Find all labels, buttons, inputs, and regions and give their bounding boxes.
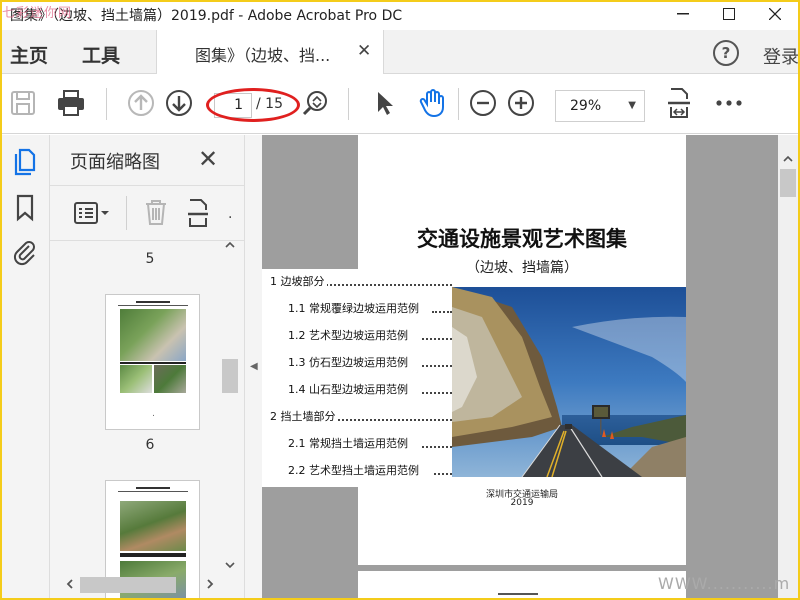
close-window-button[interactable] <box>752 2 798 26</box>
zoom-level-select[interactable]: 29% ▼ <box>555 90 645 122</box>
zoom-in-icon[interactable] <box>506 88 536 118</box>
document-canvas[interactable]: 交通设施景观艺术图集 （边坡、挡墙篇） 深圳市交通运输局 2019 1 边坡部分… <box>262 135 778 598</box>
panel-toolbar: . <box>50 185 244 241</box>
toc-item[interactable]: 2.2 艺术型挡土墙运用范例 <box>262 462 452 480</box>
document-year: 2019 <box>510 498 534 508</box>
toc-item[interactable]: 1.2 艺术型边坡运用范例 <box>262 327 452 345</box>
document-tab-label: 图集》（边坡、挡... <box>195 46 331 65</box>
thumbnail-options-icon[interactable] <box>74 200 114 230</box>
document-tab[interactable]: 图集》（边坡、挡... ✕ <box>156 30 384 75</box>
collapse-panel-icon[interactable]: ◀ <box>250 361 258 372</box>
zoom-out-icon[interactable] <box>468 88 498 118</box>
save-icon[interactable] <box>8 88 38 118</box>
watermark-url: WWW...........m <box>658 574 791 593</box>
print-icon[interactable] <box>56 88 86 118</box>
chevron-down-icon: ▼ <box>628 100 636 111</box>
navigation-rail <box>2 135 50 598</box>
panel-title: 页面缩略图 <box>70 152 160 173</box>
zoom-search-icon[interactable] <box>300 88 330 118</box>
close-panel-icon[interactable]: ✕ <box>198 145 218 173</box>
toc-item[interactable]: 1.1 常规覆绿边坡运用范例 <box>262 300 452 318</box>
hand-tool-icon[interactable] <box>418 88 448 118</box>
home-menu[interactable]: 主页 <box>10 41 48 68</box>
select-cursor-icon[interactable] <box>370 88 400 118</box>
tools-menu[interactable]: 工具 <box>82 41 120 68</box>
toc-item[interactable]: 1.4 山石型边坡运用范例 <box>262 381 452 399</box>
extract-page-icon[interactable] <box>186 198 212 232</box>
thumbnails-horizontal-scrollbar[interactable] <box>58 571 228 597</box>
watermark-logo: 七彩迷你网 <box>2 6 73 21</box>
help-icon[interactable]: ? <box>713 40 739 66</box>
toolbar: 1 / 15 29% ▼ <box>2 74 798 134</box>
fit-page-icon[interactable] <box>664 88 694 118</box>
thumbnails-vertical-scrollbar[interactable] <box>220 241 240 571</box>
attachment-icon[interactable] <box>10 237 40 267</box>
document-vertical-scrollbar[interactable] <box>778 135 798 598</box>
minimize-icon <box>677 13 689 15</box>
title-bar: 图集》（边坡、挡土墙篇）2019.pdf - Adobe Acrobat Pro… <box>2 2 798 28</box>
menu-bar: 主页 工具 图集》（边坡、挡... ✕ ? 登录 <box>2 30 798 75</box>
thumb-page-5-caption: . <box>152 409 155 419</box>
document-title: 交通设施景观艺术图集 <box>417 227 627 251</box>
zoom-level-value: 29% <box>570 98 602 114</box>
close-icon <box>769 8 781 20</box>
toc-item[interactable]: 2 挡土墙部分 <box>262 408 452 426</box>
red-highlight-oval <box>206 88 300 122</box>
maximize-button[interactable] <box>706 2 752 26</box>
toc-item[interactable]: 1 边坡部分 <box>262 273 452 291</box>
pdf-page-2 <box>358 571 686 598</box>
thumbnails-panel: 页面缩略图 ✕ . 5 . 6 <box>50 135 244 598</box>
maximize-icon <box>723 8 735 20</box>
thumb-page-5[interactable]: . <box>105 294 200 430</box>
panel-divider[interactable]: ◀ <box>244 135 262 598</box>
login-button[interactable]: 登录 <box>763 43 798 69</box>
table-of-contents: 1 边坡部分 1.1 常规覆绿边坡运用范例 1.2 艺术型边坡运用范例 1.3 … <box>262 269 452 487</box>
acrobat-window: 图集》（边坡、挡土墙篇）2019.pdf - Adobe Acrobat Pro… <box>2 2 798 598</box>
minimize-button[interactable] <box>660 2 706 26</box>
more-options-icon[interactable] <box>714 88 744 118</box>
bookmark-icon[interactable] <box>10 193 40 223</box>
more-tools-dot: . <box>228 206 233 222</box>
previous-page-icon[interactable] <box>126 88 156 118</box>
close-tab-icon[interactable]: ✕ <box>357 41 371 61</box>
delete-page-icon[interactable] <box>144 198 168 230</box>
next-page-icon[interactable] <box>164 88 194 118</box>
page-thumbnails-icon[interactable] <box>10 147 40 177</box>
toc-item[interactable]: 1.3 仿石型边坡运用范例 <box>262 354 452 372</box>
toc-item[interactable]: 2.1 常规挡土墙运用范例 <box>262 435 452 453</box>
coastal-road-photo <box>452 287 686 478</box>
